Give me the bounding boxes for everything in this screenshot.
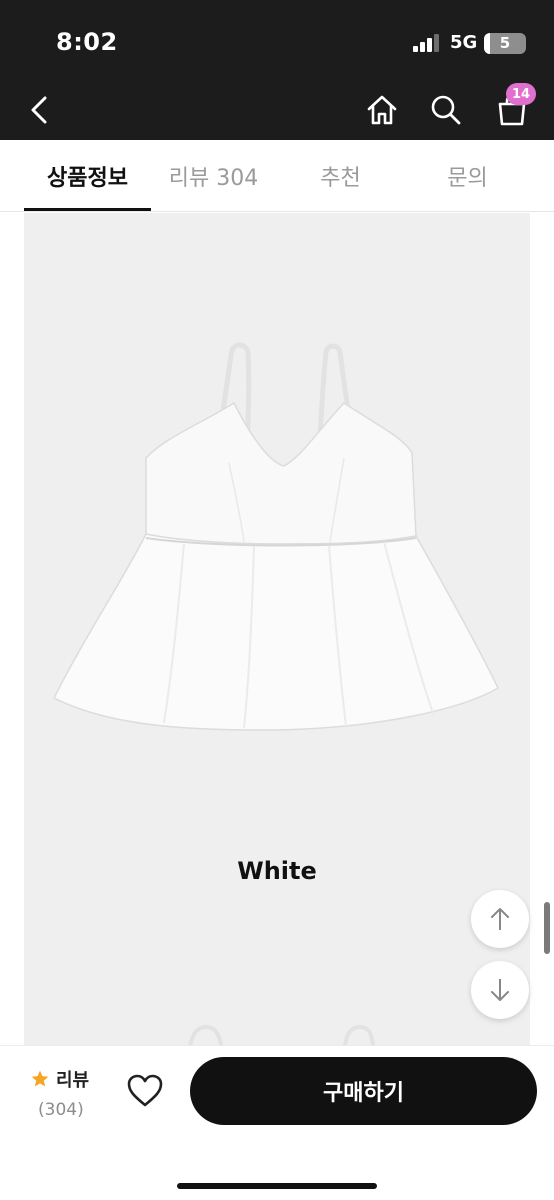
status-time: 8:02 [56,28,118,56]
scroll-up-button[interactable] [471,890,529,948]
review-label: 리뷰 [56,1070,90,1091]
review-count: (304) [38,1100,84,1120]
signal-icon [413,34,441,52]
buy-button[interactable]: 구매하기 [190,1057,537,1125]
review-summary[interactable]: 리뷰 (304) [30,1066,89,1120]
active-tab-indicator [24,208,151,211]
star-icon [31,1070,49,1087]
chevron-left-icon [31,96,47,124]
wishlist-button[interactable] [126,1074,164,1112]
network-type: 5G [450,32,478,53]
arrow-up-icon [491,908,509,930]
back-button[interactable] [18,88,62,132]
product-image [24,213,530,1045]
camisole-top-image [54,342,499,731]
cart-badge: 14 [506,83,536,105]
battery-level: 5 [499,34,511,52]
scrollbar[interactable] [544,902,550,954]
tab-reviews[interactable]: 리뷰 304 [150,140,277,212]
home-indicator [177,1183,377,1189]
next-image-preview [188,1024,376,1045]
heart-icon [127,1074,163,1107]
tab-product-info[interactable]: 상품정보 [24,140,151,212]
bottom-action-bar: 리뷰 (304) 구매하기 [0,1045,554,1200]
status-bar: 8:02 5G 5 [0,0,554,80]
tab-inquiry[interactable]: 문의 [404,140,531,212]
tab-recommend[interactable]: 추천 [277,140,404,212]
battery-icon: 5 [484,33,526,54]
product-tabs: 상품정보 리뷰 304 추천 문의 [0,140,554,212]
home-button[interactable] [360,88,404,132]
home-icon [367,95,397,125]
scroll-down-button[interactable] [471,961,529,1019]
arrow-down-icon [491,979,509,1001]
search-button[interactable] [424,88,468,132]
top-nav [0,80,554,140]
product-color-label: White [237,857,317,885]
search-icon [431,95,461,125]
